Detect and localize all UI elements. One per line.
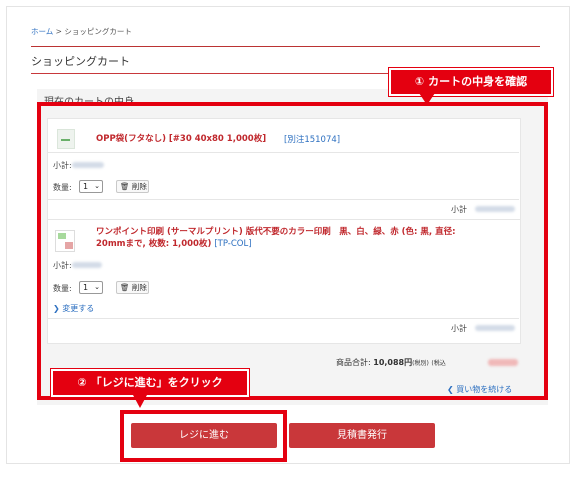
callout-pointer xyxy=(133,395,147,408)
highlight-checkout-button xyxy=(120,410,287,462)
page-title: ショッピングカート xyxy=(31,55,130,68)
header-divider xyxy=(31,46,540,47)
breadcrumb: ホーム > ショッピングカート xyxy=(31,26,132,37)
breadcrumb-current: ショッピングカート xyxy=(64,27,132,36)
callout-step1: ① カートの中身を確認 xyxy=(388,67,554,97)
breadcrumb-home-link[interactable]: ホーム xyxy=(31,27,53,36)
callout-step2: ② 「レジに進む」をクリック xyxy=(50,368,250,398)
breadcrumb-separator: > xyxy=(53,27,65,36)
estimate-button[interactable]: 見積書発行 xyxy=(289,423,435,448)
callout-pointer xyxy=(419,93,435,105)
highlight-cart-contents xyxy=(37,102,548,400)
